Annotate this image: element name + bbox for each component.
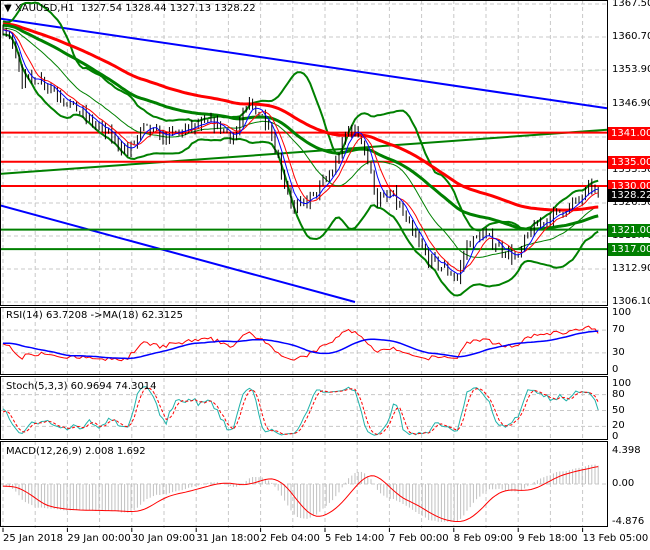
time-axis-label: 29 Jan 00:00 (67, 533, 131, 544)
macd-label: MACD(12,26,9) 2.008 1.692 (6, 446, 146, 457)
price-axis-label: 1360.70 (612, 31, 650, 42)
rsi-ma-line (3, 330, 599, 360)
current-price-tag: 1328.22 (608, 188, 650, 202)
rsi-axis-label: 0 (612, 364, 619, 375)
stoch-label: Stoch(5,3,3) 60.9694 74.3014 (6, 381, 157, 392)
channel-lower-line (0, 204, 356, 303)
level-price-tag: 1341.00 (608, 126, 650, 140)
time-axis-label: 5 Feb 14:00 (325, 533, 385, 544)
rsi-line (2, 325, 599, 362)
level-price-tag: 1321.00 (608, 223, 650, 237)
price-axis-label: 1367.50 (612, 0, 650, 9)
time-axis-label: 9 Feb 18:00 (518, 533, 578, 544)
time-axis-label: 30 Jan 09:00 (131, 533, 196, 544)
chart-canvas (0, 0, 608, 532)
time-axis-label: 13 Feb 05:00 (582, 533, 649, 544)
time-axis-label: 7 Feb 00:00 (389, 533, 449, 544)
price-axis-label: 1353.90 (612, 64, 650, 75)
stoch-axis-label: 20 (612, 420, 625, 432)
stoch-axis-label: 80 (612, 388, 625, 400)
chart-header: ▼ XAUUSD,H1 1327.54 1328.44 1327.13 1328… (4, 3, 256, 14)
time-axis-label: 25 Jan 2018 (3, 533, 63, 544)
channel-upper-line (0, 17, 608, 110)
stoch-axis-label: 0 (612, 431, 619, 442)
level-price-tag: 1317.00 (608, 243, 650, 257)
stoch-axis-label: 50 (612, 404, 625, 416)
macd-axis-label: 4.398 (612, 445, 641, 456)
time-axis-label: 8 Feb 09:00 (453, 533, 514, 544)
rsi-axis-label: 70 (612, 324, 625, 336)
rsi-axis-label: 30 (612, 346, 625, 358)
ohlc-values: 1327.54 1328.44 1327.13 1328.22 (80, 3, 256, 14)
time-axis-label: 31 Jan 18:00 (196, 533, 260, 544)
macd-axis-label: -4.876 (612, 516, 645, 527)
price-axis-label: 1306.10 (612, 296, 650, 307)
dropdown-triangle-icon[interactable]: ▼ (4, 3, 12, 14)
ma-short-red (2, 28, 599, 272)
macd-axis-label: 0.00 (612, 478, 635, 489)
stoch-axis-label: 100 (612, 378, 632, 389)
symbol-label: XAUUSD,H1 (14, 3, 75, 14)
rsi-label: RSI(14) 63.7208 ->MA(18) 62.3125 (6, 310, 183, 321)
price-axis-label: 1312.90 (612, 262, 650, 274)
rsi-axis-label: 100 (612, 307, 632, 318)
level-price-tag: 1335.00 (608, 155, 650, 169)
price-axis-label: 1346.90 (612, 97, 650, 109)
time-axis-label: 2 Feb 04:00 (260, 533, 320, 544)
